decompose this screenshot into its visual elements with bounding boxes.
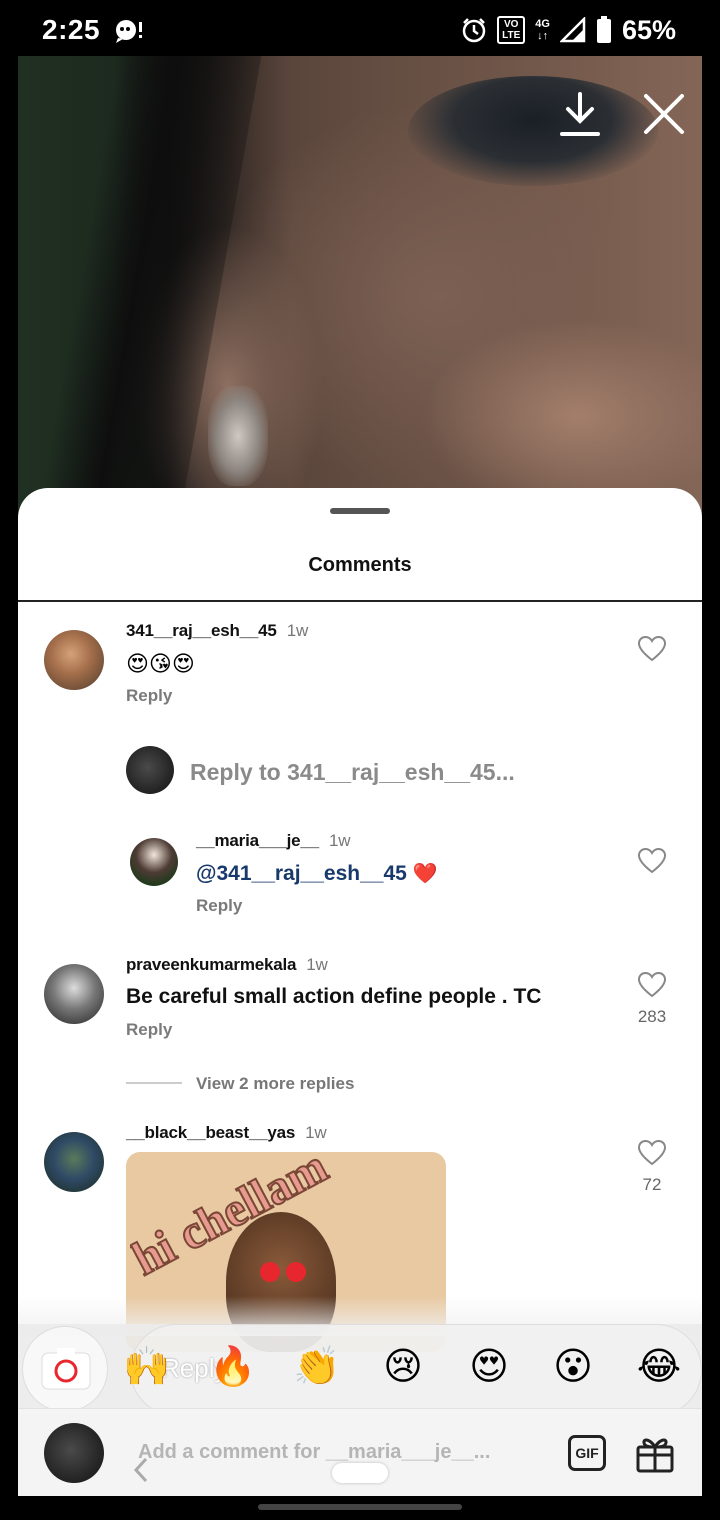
chevron-left-icon[interactable]	[126, 1455, 156, 1485]
emoji-crying[interactable]: 😢	[374, 1338, 432, 1396]
comment-input[interactable]: Add a comment for __maria___je__...	[138, 1441, 490, 1464]
emoji-surprised[interactable]: 😮	[544, 1338, 602, 1396]
sheet-divider	[18, 600, 702, 602]
comment-username[interactable]: praveenkumarmekala 1w	[126, 955, 328, 975]
download-icon[interactable]	[556, 90, 604, 138]
heart-emoji: ❤️	[412, 863, 438, 885]
reply-input[interactable]: Reply to 341__raj__esh__45...	[190, 759, 515, 786]
avatar[interactable]	[44, 1132, 104, 1192]
home-indicator[interactable]	[258, 1504, 462, 1510]
video-frame	[18, 56, 702, 536]
gif-button[interactable]: GIF	[568, 1435, 606, 1471]
comment-text: 😍😘😍	[126, 651, 195, 676]
notification-icon	[116, 20, 142, 43]
system-nav-bar	[0, 1496, 720, 1520]
emoji-clapping[interactable]: 👏	[288, 1338, 346, 1396]
my-avatar	[44, 1423, 104, 1483]
my-avatar	[126, 746, 174, 794]
avatar[interactable]	[130, 838, 178, 886]
signal-icon	[559, 17, 586, 43]
like-button[interactable]: 72	[632, 1139, 672, 1195]
view-more-line	[126, 1082, 182, 1084]
data-arrows-icon: 4G ↓↑	[535, 18, 550, 42]
emoji-heart-eyes[interactable]: 😍	[460, 1338, 518, 1396]
heart-icon	[637, 971, 667, 998]
like-count: 72	[642, 1175, 662, 1194]
heart-icon	[637, 635, 667, 662]
add-comment-bar: Add a comment for __maria___je__... GIF	[18, 1408, 702, 1496]
volte-icon: VO LTE	[497, 16, 526, 44]
close-icon[interactable]	[640, 90, 688, 138]
heart-icon	[637, 847, 667, 874]
mention-link[interactable]: @341__raj__esh__45	[196, 862, 407, 885]
status-icons: VO LTE 4G ↓↑ 65%	[461, 12, 676, 48]
view-more-replies[interactable]: View 2 more replies	[196, 1074, 354, 1094]
video-earring	[208, 386, 268, 486]
comment-username[interactable]: __black__beast__yas 1w	[126, 1123, 327, 1143]
emoji-raising-hands[interactable]: 🙌	[118, 1338, 176, 1396]
comment-username[interactable]: __maria___je__ 1w	[196, 831, 350, 851]
battery-icon	[596, 16, 611, 43]
status-time: 2:25	[42, 14, 101, 45]
sheet-grabber[interactable]	[330, 508, 390, 514]
like-button[interactable]	[632, 847, 672, 879]
svg-text:hi chellam: hi chellam	[130, 1152, 336, 1286]
emoji-laughing[interactable]: 😂	[630, 1338, 688, 1396]
reply-button[interactable]: Reply	[126, 1020, 172, 1040]
video-eye-shadow	[408, 76, 658, 186]
reply-button[interactable]: Reply	[196, 896, 242, 916]
like-button[interactable]	[632, 635, 672, 667]
gesture-handle[interactable]	[332, 1463, 388, 1483]
emoji-fire[interactable]: 🔥	[204, 1338, 262, 1396]
emoji-reaction-bar: Reply... 🙌 🔥 👏 😢 😍 😮 😂	[18, 1324, 702, 1416]
avatar[interactable]	[44, 964, 104, 1024]
alarm-icon	[462, 18, 486, 43]
avatar[interactable]	[44, 630, 104, 690]
like-count: 283	[637, 1007, 667, 1026]
comment-username[interactable]: 341__raj__esh__45 1w	[126, 621, 308, 641]
status-bar: 2:25 VO LTE 4G ↓↑ 65%	[0, 0, 720, 58]
like-button[interactable]: 283	[632, 971, 672, 1027]
battery-percent: 65%	[621, 14, 676, 45]
reply-text: @341__raj__esh__45 ❤️	[196, 861, 438, 886]
gift-icon[interactable]	[635, 1433, 675, 1473]
reply-button[interactable]: Reply	[126, 686, 172, 706]
comment-text: Be careful small action define people . …	[126, 985, 542, 1008]
comments-sheet: Comments 341__raj__esh__45 1w 😍😘😍 Reply R…	[18, 488, 702, 1496]
sheet-title: Comments	[308, 554, 412, 576]
camera-button[interactable]	[22, 1326, 108, 1412]
heart-icon	[637, 1139, 667, 1166]
camera-icon	[41, 1348, 91, 1390]
